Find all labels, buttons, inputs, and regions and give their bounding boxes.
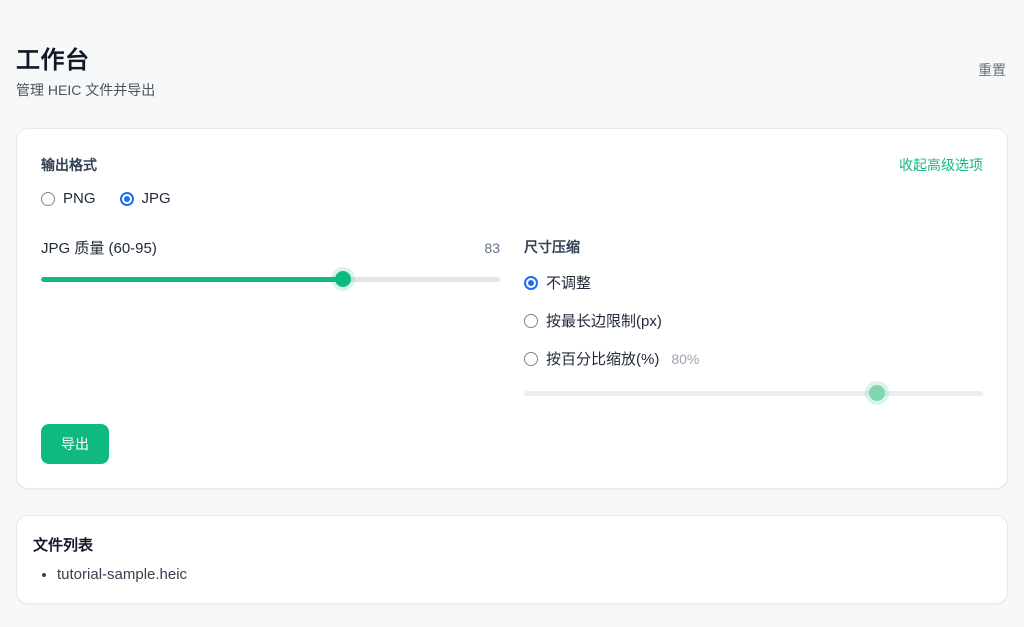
resize-label: 尺寸压缩 [524,239,580,255]
page-header: 工作台 管理 HEIC 文件并导出 重置 [16,40,1008,100]
page-subtitle: 管理 HEIC 文件并导出 [16,80,155,100]
slider-fill [41,277,343,282]
slider-track [524,391,983,396]
radio-option-limit-longest-side[interactable]: 按最长边限制(px) [524,310,983,331]
reset-button[interactable]: 重置 [976,56,1008,84]
export-button[interactable]: 导出 [41,424,109,464]
file-list: tutorial-sample.heic [33,566,991,583]
slider-fill [524,391,877,396]
radio-unchecked-icon [41,192,55,206]
export-settings-card: 输出格式 收起高级选项 PNG JPG JPG 质量 (60-95) 83 [16,128,1008,489]
slider-thumb[interactable] [335,271,351,287]
radio-unchecked-icon [524,314,538,328]
scale-percent-value: 80% [671,351,699,367]
jpg-quality-value: 83 [484,240,500,256]
slider-thumb[interactable] [869,385,885,401]
jpg-quality-slider[interactable] [41,271,500,287]
radio-option-png[interactable]: PNG [41,190,96,207]
radio-option-png-label: PNG [63,190,96,207]
radio-checked-icon [524,276,538,290]
file-name: tutorial-sample.heic [57,566,187,583]
collapse-advanced-options-link[interactable]: 收起高级选项 [899,155,983,175]
radio-option-jpg[interactable]: JPG [120,190,171,207]
export-card-head: 输出格式 收起高级选项 [41,155,983,175]
scale-percent-slider[interactable] [524,385,983,401]
page-header-titles: 工作台 管理 HEIC 文件并导出 [16,40,155,100]
jpg-quality-header: JPG 质量 (60-95) 83 [41,237,500,258]
file-list-item: tutorial-sample.heic [57,566,991,583]
page-title: 工作台 [16,40,155,75]
radio-option-scale-percent-label: 按百分比缩放(%) [546,348,659,369]
output-format-radio-group: PNG JPG [41,190,983,207]
radio-option-limit-longest-side-label: 按最长边限制(px) [546,310,662,331]
file-list-title: 文件列表 [33,534,991,555]
jpg-quality-label: JPG 质量 (60-95) [41,237,157,258]
slider-track [41,277,500,282]
radio-option-no-resize[interactable]: 不调整 [524,272,983,293]
jpg-quality-section: JPG 质量 (60-95) 83 [41,237,500,401]
resize-section: 尺寸压缩 不调整 按最长边限制(px) 按百分比缩放(%) 80% [524,237,983,401]
radio-option-jpg-label: JPG [142,190,171,207]
workbench-page: 工作台 管理 HEIC 文件并导出 重置 输出格式 收起高级选项 PNG JPG [0,40,1024,604]
advanced-options-grid: JPG 质量 (60-95) 83 尺寸压缩 不调整 [41,237,983,401]
radio-unchecked-icon [524,352,538,366]
file-list-card: 文件列表 tutorial-sample.heic [16,515,1008,604]
radio-option-scale-percent[interactable]: 按百分比缩放(%) 80% [524,348,983,369]
output-format-label: 输出格式 [41,155,97,175]
radio-checked-icon [120,192,134,206]
radio-option-no-resize-label: 不调整 [546,272,591,293]
